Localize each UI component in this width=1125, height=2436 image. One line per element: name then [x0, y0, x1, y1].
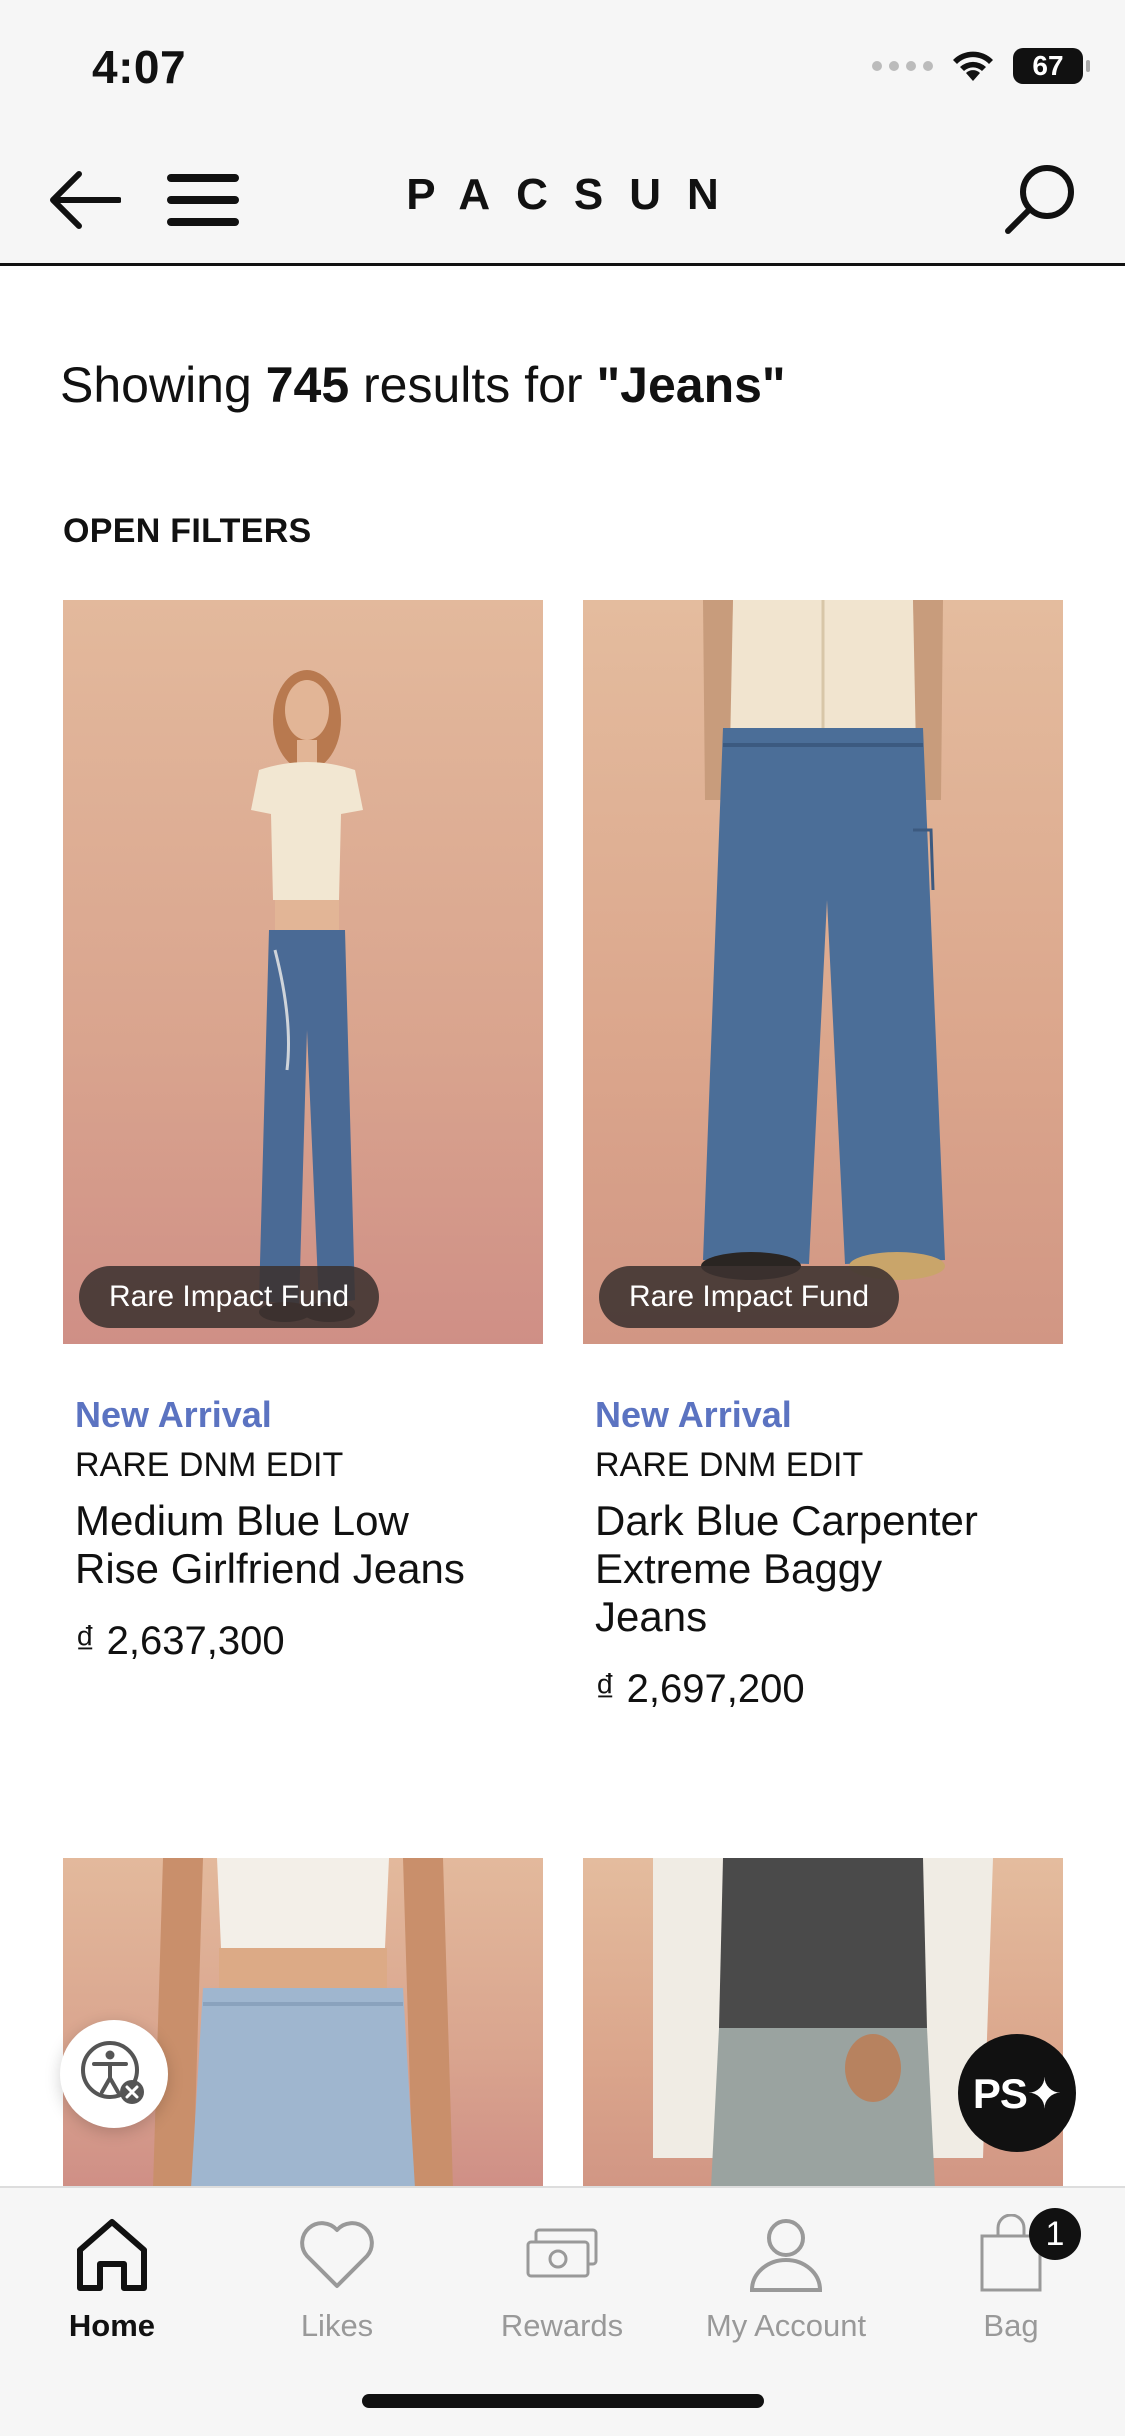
- product-image[interactable]: [63, 1858, 543, 2188]
- tab-home[interactable]: Home: [12, 2206, 212, 2344]
- status-bar: 4:07 67: [0, 0, 1125, 132]
- model-figure-image: [251, 670, 363, 1322]
- product-name[interactable]: Medium Blue Low Rise Girlfriend Jeans: [63, 1497, 483, 1593]
- product-image[interactable]: Rare Impact Fund: [63, 600, 543, 1344]
- ps-assistant-button[interactable]: PS✦: [958, 2034, 1076, 2152]
- search-icon: [1005, 165, 1074, 234]
- wifi-icon: [953, 51, 993, 81]
- battery-icon: 67: [1013, 48, 1090, 84]
- product-image[interactable]: Rare Impact Fund: [583, 600, 1063, 1344]
- new-arrival-label: New Arrival: [595, 1394, 792, 1435]
- rare-impact-fund-badge: Rare Impact Fund: [599, 1266, 900, 1328]
- product-price: ₫ 2,637,300: [75, 1619, 285, 1663]
- accessibility-button[interactable]: [60, 2020, 168, 2128]
- home-icon: [12, 2206, 212, 2302]
- product-card[interactable]: [63, 1858, 543, 2188]
- product-name[interactable]: Dark Blue Carpenter Extreme Baggy Jeans: [583, 1497, 1003, 1641]
- accessibility-icon: [81, 2041, 144, 2104]
- heart-icon: [237, 2206, 437, 2302]
- product-brand: RARE DNM EDIT: [595, 1446, 864, 1484]
- tab-likes[interactable]: Likes: [237, 2206, 437, 2344]
- results-summary: Showing 745 results for "Jeans": [60, 357, 786, 413]
- tab-label: Rewards: [500, 2308, 624, 2343]
- open-filters-button[interactable]: OPEN FILTERS: [63, 512, 312, 551]
- product-price: ₫ 2,697,200: [595, 1667, 805, 1711]
- account-icon: [686, 2206, 886, 2302]
- bag-count-badge: 1: [1029, 2208, 1081, 2260]
- search-button[interactable]: [995, 154, 1085, 244]
- tab-rewards[interactable]: Rewards: [462, 2206, 662, 2344]
- new-arrival-label: New Arrival: [75, 1394, 272, 1435]
- results-query: "Jeans": [596, 357, 786, 413]
- tab-label: My Account: [705, 2308, 867, 2343]
- tab-label: Likes: [300, 2308, 374, 2343]
- status-time: 4:07: [92, 41, 187, 93]
- model-figure-image: [701, 600, 945, 1280]
- pacsun-logo[interactable]: PACSUN: [0, 170, 1125, 220]
- home-indicator: [362, 2394, 764, 2408]
- status-indicators: 67: [872, 48, 1090, 84]
- product-card[interactable]: Rare Impact Fund New Arrival RARE DNM ED…: [583, 600, 1063, 1712]
- tab-bag[interactable]: Bag 1: [911, 2206, 1111, 2344]
- product-card[interactable]: Rare Impact Fund New Arrival RARE DNM ED…: [63, 600, 543, 1664]
- bag-icon: [911, 2206, 1111, 2302]
- cellular-signal-icon: [872, 61, 933, 71]
- model-figure-image: [153, 1858, 453, 2188]
- rare-impact-fund-badge: Rare Impact Fund: [79, 1266, 380, 1328]
- results-count: 745: [265, 357, 350, 413]
- product-brand: RARE DNM EDIT: [75, 1446, 344, 1484]
- tab-my-account[interactable]: My Account: [686, 2206, 886, 2344]
- tab-label: Home: [68, 2308, 156, 2343]
- rewards-icon: [462, 2206, 662, 2302]
- tab-label: Bag: [983, 2308, 1039, 2343]
- app-header: PACSUN: [0, 132, 1125, 266]
